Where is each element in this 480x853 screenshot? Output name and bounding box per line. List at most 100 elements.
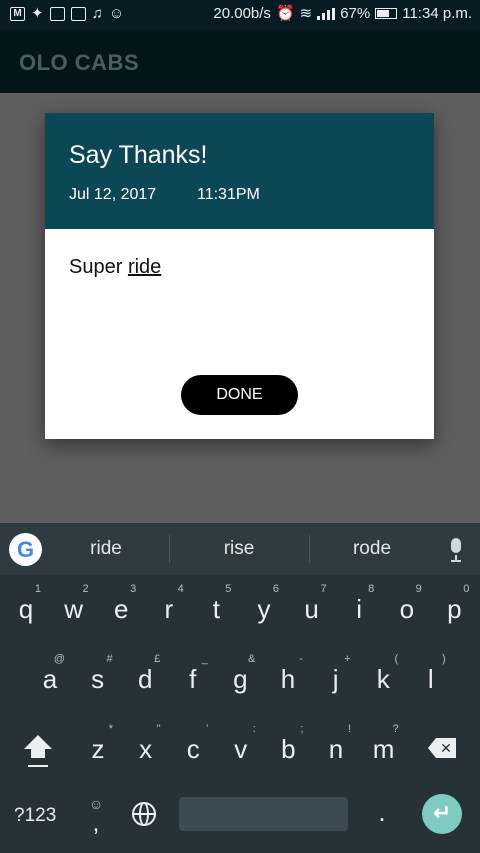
key-hint: 7	[320, 583, 327, 595]
key-hint: 4	[177, 583, 184, 595]
key-label: a	[42, 664, 58, 694]
key-h[interactable]: -h	[264, 653, 312, 703]
space-key[interactable]	[179, 797, 348, 831]
dialog-header: Say Thanks! Jul 12, 2017 11:31PM	[45, 113, 434, 229]
app-title: OLO CABS	[19, 50, 140, 75]
key-o[interactable]: 9o	[383, 583, 431, 633]
key-c[interactable]: ' c	[169, 723, 217, 773]
key-hint: '	[206, 723, 209, 735]
suggestion-3[interactable]: rode	[312, 538, 432, 560]
google-icon[interactable]: G	[9, 533, 42, 566]
key-label: s	[91, 664, 105, 694]
backspace-icon[interactable]: ✕	[428, 738, 458, 758]
dialog-time: 11:31PM	[197, 186, 260, 203]
key-g[interactable]: & g	[216, 653, 264, 703]
key-p[interactable]: 0p	[430, 583, 478, 633]
key-v[interactable]: :v	[217, 723, 265, 773]
period-key[interactable]: .	[370, 797, 394, 837]
key-r[interactable]: 4r	[145, 583, 193, 633]
key-a[interactable]: @ a	[26, 653, 74, 703]
suggestion-divider	[309, 535, 310, 563]
key-y[interactable]: 6y	[240, 583, 288, 633]
key-hint: #	[106, 653, 113, 665]
message-input[interactable]: Super ride	[69, 256, 161, 279]
key-label: e	[113, 594, 129, 624]
comma-label: ,	[92, 810, 100, 837]
key-label: q	[18, 594, 34, 624]
key-hint: "	[156, 723, 161, 735]
globe-icon[interactable]	[132, 802, 156, 826]
key-label: v	[234, 734, 248, 764]
key-label: x	[139, 734, 153, 764]
key-hint: +	[344, 653, 351, 665]
key-hint: -	[299, 653, 303, 665]
key-label: c	[186, 734, 200, 764]
enter-key[interactable]: ↵	[422, 794, 462, 834]
battery-percent: 67%	[340, 5, 371, 22]
dialog-date: Jul 12, 2017	[69, 186, 157, 203]
key-hint: !	[347, 723, 351, 735]
key-n[interactable]: ! n	[312, 723, 360, 773]
key-label: r	[164, 594, 174, 624]
signal-icon	[317, 7, 336, 20]
key-hint: 8	[368, 583, 375, 595]
key-t[interactable]: 5t	[192, 583, 240, 633]
key-k[interactable]: (k	[359, 653, 407, 703]
say-thanks-dialog: Say Thanks! Jul 12, 2017 11:31PM Super r…	[45, 113, 434, 439]
key-m[interactable]: ? m	[360, 723, 408, 773]
microphone-icon[interactable]	[447, 538, 465, 562]
key-s[interactable]: # s	[74, 653, 122, 703]
key-label: d	[137, 664, 153, 694]
dialog-title: Say Thanks!	[69, 141, 208, 169]
done-button[interactable]: DONE	[181, 375, 298, 415]
key-hint: 6	[272, 583, 279, 595]
clock: 11:34 p.m.	[402, 5, 472, 22]
key-label: b	[281, 734, 296, 764]
key-label: l	[427, 664, 434, 694]
key-label: n	[328, 734, 344, 764]
key-label: g	[233, 664, 248, 694]
key-d[interactable]: £ d	[121, 653, 169, 703]
key-j[interactable]: + j	[312, 653, 360, 703]
key-label: t	[212, 594, 220, 624]
key-hint: *	[108, 723, 113, 735]
network-speed: 20.00b/s	[213, 5, 271, 22]
key-hint: £	[154, 653, 161, 665]
key-label: k	[376, 664, 390, 694]
gmail-icon: M	[10, 7, 25, 21]
emoji-icon: ☺	[108, 5, 125, 22]
key-hint: _	[201, 653, 208, 665]
key-label: u	[304, 594, 319, 624]
message-composing-word: ride	[127, 256, 162, 278]
key-label: h	[280, 664, 296, 694]
key-l[interactable]: ) l	[407, 653, 455, 703]
alarm-icon: ⏰	[275, 4, 295, 22]
symbols-key[interactable]: ?123	[14, 805, 56, 827]
key-label: m	[372, 734, 395, 764]
status-right: 20.00b/s ⏰ ≋ 67% 11:34 p.m.	[213, 5, 472, 22]
key-f[interactable]: _ f	[169, 653, 217, 703]
music-icon: ♫	[91, 5, 103, 22]
key-z[interactable]: * z	[74, 723, 122, 773]
key-i[interactable]: 8i	[335, 583, 383, 633]
key-hint: 9	[415, 583, 422, 595]
keyboard: G ride rise rode 1 q 2 w 3 e 4 r 5 t 6 y 7 u 8 i 9 o 0 p @ a #…	[0, 523, 480, 853]
notification-icons: M ✦ ♫ ☺	[10, 6, 124, 22]
key-w[interactable]: 2w	[50, 583, 98, 633]
key-x[interactable]: " x	[122, 723, 170, 773]
key-e[interactable]: 3e	[97, 583, 145, 633]
key-hint: :	[252, 723, 256, 735]
suggestion-bar: G ride rise rode	[0, 523, 480, 575]
key-hint: 0	[463, 583, 470, 595]
key-b[interactable]: ; b	[264, 723, 312, 773]
key-hint: 3	[130, 583, 137, 595]
key-hint: 5	[225, 583, 232, 595]
key-u[interactable]: 7u	[288, 583, 336, 633]
shift-icon[interactable]	[20, 733, 56, 773]
suggestion-2[interactable]: rise	[179, 538, 299, 560]
key-hint: ;	[300, 723, 304, 735]
key-q[interactable]: 1q	[2, 583, 50, 633]
suggestion-1[interactable]: ride	[46, 538, 166, 560]
key-label: w	[64, 594, 83, 624]
comma-emoji-key[interactable]: ☺ ,	[84, 796, 108, 837]
